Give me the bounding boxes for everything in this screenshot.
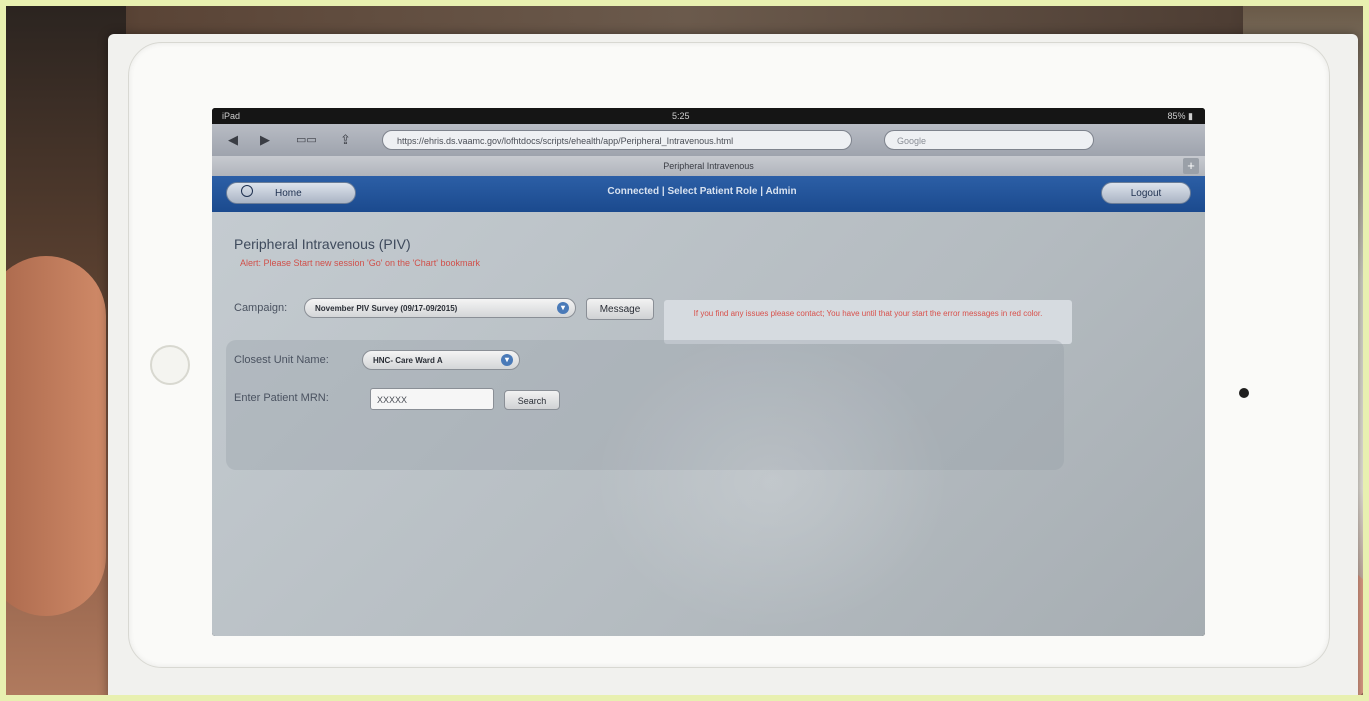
tab-title[interactable]: Peripheral Intravenous [663,161,754,171]
campaign-select-value: November PIV Survey (09/17-09/2015) [315,304,458,313]
campaign-select[interactable]: November PIV Survey (09/17-09/2015) ▾ [304,298,576,318]
ward-select-value: HNC- Care Ward A [373,356,443,365]
patient-mrn-input[interactable]: XXXXX [370,388,494,410]
ipad-home-button[interactable] [150,345,190,385]
bookmarks-icon[interactable]: ▭▭ [296,133,317,146]
home-button[interactable]: Home [226,182,356,204]
status-bar: iPad 5:25 85% ▮ [212,108,1205,124]
address-bar[interactable]: https://ehris.ds.vaamc.gov/lofhtdocs/scr… [382,130,852,150]
page-title: Peripheral Intravenous (PIV) [234,236,411,252]
screen-glare [592,332,952,632]
alert-message: Alert: Please Start new session 'Go' on … [240,258,480,268]
time-label: 5:25 [672,111,690,121]
ipad-camera [1239,388,1249,398]
home-button-label: Home [275,188,302,199]
share-icon[interactable]: ⇪ [340,132,351,148]
carrier-label: iPad [222,111,241,121]
ward-select[interactable]: HNC- Care Ward A ▾ [362,350,520,370]
chevron-down-icon: ▾ [501,354,513,366]
battery-label: 85% ▮ [1167,111,1193,121]
ward-label: Closest Unit Name: [234,354,329,366]
header-title: Connected | Select Patient Role | Admin [607,186,797,197]
new-tab-icon[interactable]: + [1183,158,1199,174]
patient-mrn-label: Enter Patient MRN: [234,392,329,404]
browser-toolbar: ◀ ▶ ▭▭ ⇪ https://ehris.ds.vaamc.gov/lofh… [212,124,1205,156]
tab-bar: Peripheral Intravenous + [212,156,1205,176]
left-hand [6,256,106,616]
campaign-label: Campaign: [234,302,288,314]
search-button[interactable]: Search [504,390,560,410]
page-content: Peripheral Intravenous (PIV) Alert: Plea… [212,212,1205,636]
search-field[interactable]: Google [884,130,1094,150]
home-icon [241,185,253,197]
back-icon[interactable]: ◀ [228,132,238,148]
ipad-screen: iPad 5:25 85% ▮ ◀ ▶ ▭▭ ⇪ https://ehris.d… [212,108,1205,636]
logout-button[interactable]: Logout [1101,182,1191,204]
app-header: Home Connected | Select Patient Role | A… [212,176,1205,212]
forward-icon[interactable]: ▶ [260,132,270,148]
chevron-down-icon: ▾ [557,302,569,314]
message-button[interactable]: Message [586,298,654,320]
